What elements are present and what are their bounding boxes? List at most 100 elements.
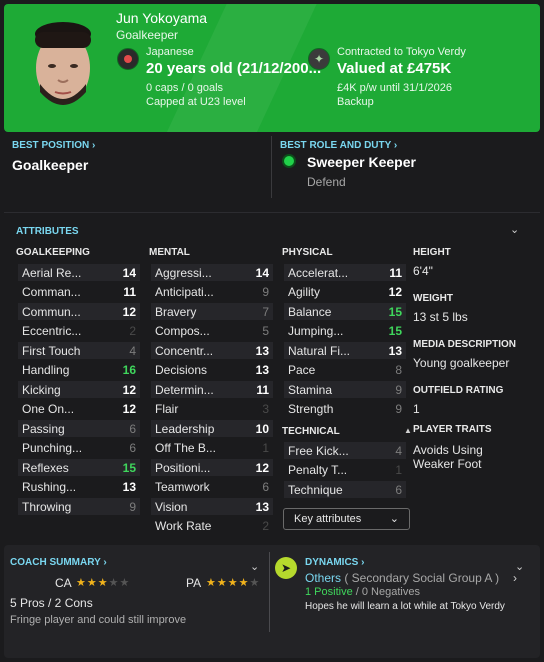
attribute-name: Concentr... — [155, 343, 214, 358]
attribute-row[interactable]: Free Kick... 4 — [284, 442, 406, 459]
negatives-count[interactable]: / 0 Negatives — [353, 586, 420, 598]
rating-value: 1 — [413, 402, 420, 416]
attribute-name: Aggressi... — [155, 265, 212, 280]
attribute-name: Off The B... — [155, 441, 216, 455]
player-caps: 0 caps / 0 goals — [146, 82, 224, 94]
attribute-name: Agility — [288, 285, 321, 299]
attribute-row[interactable]: Technique 6 — [284, 481, 406, 498]
attribute-value: 15 — [388, 304, 402, 319]
attribute-name: Commun... — [22, 304, 81, 319]
player-portrait — [35, 22, 91, 105]
weight-label: WEIGHT — [413, 293, 453, 304]
chevron-right-icon[interactable]: › — [513, 571, 517, 585]
collapse-triangle-icon[interactable]: ▲ — [404, 426, 412, 435]
best-role-link[interactable]: BEST ROLE AND DUTY › — [280, 140, 397, 151]
attribute-name: Jumping... — [288, 324, 344, 338]
attribute-value: 15 — [122, 460, 136, 475]
attribute-row[interactable]: Kicking 12 — [18, 381, 140, 398]
attribute-name: Strength — [288, 402, 334, 416]
attribute-value: 15 — [388, 324, 402, 338]
attribute-value: 9 — [129, 499, 136, 514]
attribute-row[interactable]: Flair 3 — [151, 401, 273, 418]
attribute-row[interactable]: Bravery 7 — [151, 303, 273, 320]
attribute-row[interactable]: Jumping... 15 — [284, 323, 406, 340]
attribute-row[interactable]: Concentr... 13 — [151, 342, 273, 359]
attribute-name: One On... — [22, 402, 75, 416]
dynamics-link[interactable]: DYNAMICS › — [305, 557, 364, 568]
player-capped-level: Capped at U23 level — [146, 96, 246, 108]
attribute-row[interactable]: Comman... 11 — [18, 284, 140, 301]
rating-label: OUTFIELD RATING — [413, 385, 504, 396]
attribute-row[interactable]: Commun... 12 — [18, 303, 140, 320]
attribute-row[interactable]: Positioni... 12 — [151, 459, 273, 476]
attribute-row[interactable]: Eccentric... 2 — [18, 323, 140, 340]
attribute-value: 8 — [395, 363, 402, 377]
attribute-row[interactable]: Agility 12 — [284, 284, 406, 301]
attribute-row[interactable]: Vision 13 — [151, 498, 273, 515]
attribute-row[interactable]: Reflexes 15 — [18, 459, 140, 476]
attribute-row[interactable]: Aggressi... 14 — [151, 264, 273, 281]
attribute-value: 4 — [395, 443, 402, 458]
attribute-row[interactable]: Natural Fi... 13 — [284, 342, 406, 359]
attribute-value: 1 — [262, 441, 269, 455]
attribute-row[interactable]: Throwing 9 — [18, 498, 140, 515]
attribute-row[interactable]: Rushing... 13 — [18, 479, 140, 496]
dynamics-arrow-icon: ➤ — [275, 557, 297, 579]
attribute-name: Vision — [155, 499, 188, 514]
positives-count[interactable]: 1 Positive — [305, 586, 353, 598]
chevron-down-icon[interactable]: ⌄ — [510, 223, 519, 236]
pa-star-rating: ★★★★★ — [206, 576, 260, 589]
coach-summary-link[interactable]: COACH SUMMARY › — [10, 557, 107, 568]
attribute-row[interactable]: Teamwork 6 — [151, 479, 273, 496]
player-contract[interactable]: Contracted to Tokyo Verdy — [337, 46, 466, 58]
attribute-row[interactable]: Strength 9 — [284, 401, 406, 418]
attribute-row[interactable]: Off The B... 1 — [151, 440, 273, 457]
attribute-row[interactable]: Handling 16 — [18, 362, 140, 379]
attribute-name: Teamwork — [155, 480, 210, 494]
attribute-row[interactable]: Aerial Re... 14 — [18, 264, 140, 281]
attribute-row[interactable]: Work Rate 2 — [151, 518, 273, 535]
attribute-row[interactable]: Stamina 9 — [284, 381, 406, 398]
happiness-summary: 1 Positive / 0 Negatives — [305, 586, 420, 598]
star-icon: ★ — [86, 577, 98, 589]
chevron-down-icon[interactable]: ⌄ — [250, 560, 259, 573]
attribute-row[interactable]: Compos... 5 — [151, 323, 273, 340]
attribute-row[interactable]: Anticipati... 9 — [151, 284, 273, 301]
trait-item[interactable]: Avoids Using — [413, 443, 483, 457]
physical-heading: PHYSICAL — [282, 247, 333, 258]
trait-item[interactable]: Weaker Foot — [413, 457, 481, 471]
player-nationality[interactable]: Japanese — [146, 46, 194, 58]
attribute-row[interactable]: Punching... 6 — [18, 440, 140, 457]
pros-cons[interactable]: 5 Pros / 2 Cons — [10, 596, 93, 610]
attribute-value: 13 — [255, 363, 269, 377]
attribute-row[interactable]: Leadership 10 — [151, 420, 273, 437]
attribute-row[interactable]: Accelerat... 11 — [284, 264, 406, 281]
best-position-link[interactable]: BEST POSITION › — [12, 140, 95, 151]
attribute-value: 9 — [395, 382, 402, 397]
attribute-value: 7 — [262, 304, 269, 319]
attribute-row[interactable]: Pace 8 — [284, 362, 406, 379]
attribute-row[interactable]: Passing 6 — [18, 420, 140, 437]
attribute-name: Penalty T... — [288, 463, 348, 477]
traits-label: PLAYER TRAITS — [413, 424, 492, 435]
media-label: MEDIA DESCRIPTION — [413, 339, 516, 350]
attributes-title[interactable]: ATTRIBUTES — [16, 226, 79, 237]
japan-flag-icon[interactable] — [117, 48, 139, 70]
club-badge-icon[interactable]: ✦ — [308, 48, 330, 70]
attribute-name: Passing — [22, 421, 65, 436]
attribute-row[interactable]: Decisions 13 — [151, 362, 273, 379]
attribute-row[interactable]: Balance 15 — [284, 303, 406, 320]
chevron-down-icon: ⌄ — [389, 513, 399, 525]
attribute-value: 16 — [122, 363, 136, 377]
attribute-value: 12 — [255, 460, 269, 475]
social-group-detail: ( Secondary Social Group A ) — [341, 571, 500, 585]
best-role-value: Sweeper Keeper — [307, 154, 416, 170]
attribute-row[interactable]: First Touch 4 — [18, 342, 140, 359]
social-group-link[interactable]: Others — [305, 571, 341, 585]
attribute-row[interactable]: One On... 12 — [18, 401, 140, 418]
key-attributes-dropdown[interactable]: Key attributes ⌄ — [283, 508, 410, 530]
attribute-name: Work Rate — [155, 519, 212, 533]
attribute-row[interactable]: Determin... 11 — [151, 381, 273, 398]
attribute-row[interactable]: Penalty T... 1 — [284, 462, 406, 479]
star-icon: ★ — [97, 577, 109, 589]
